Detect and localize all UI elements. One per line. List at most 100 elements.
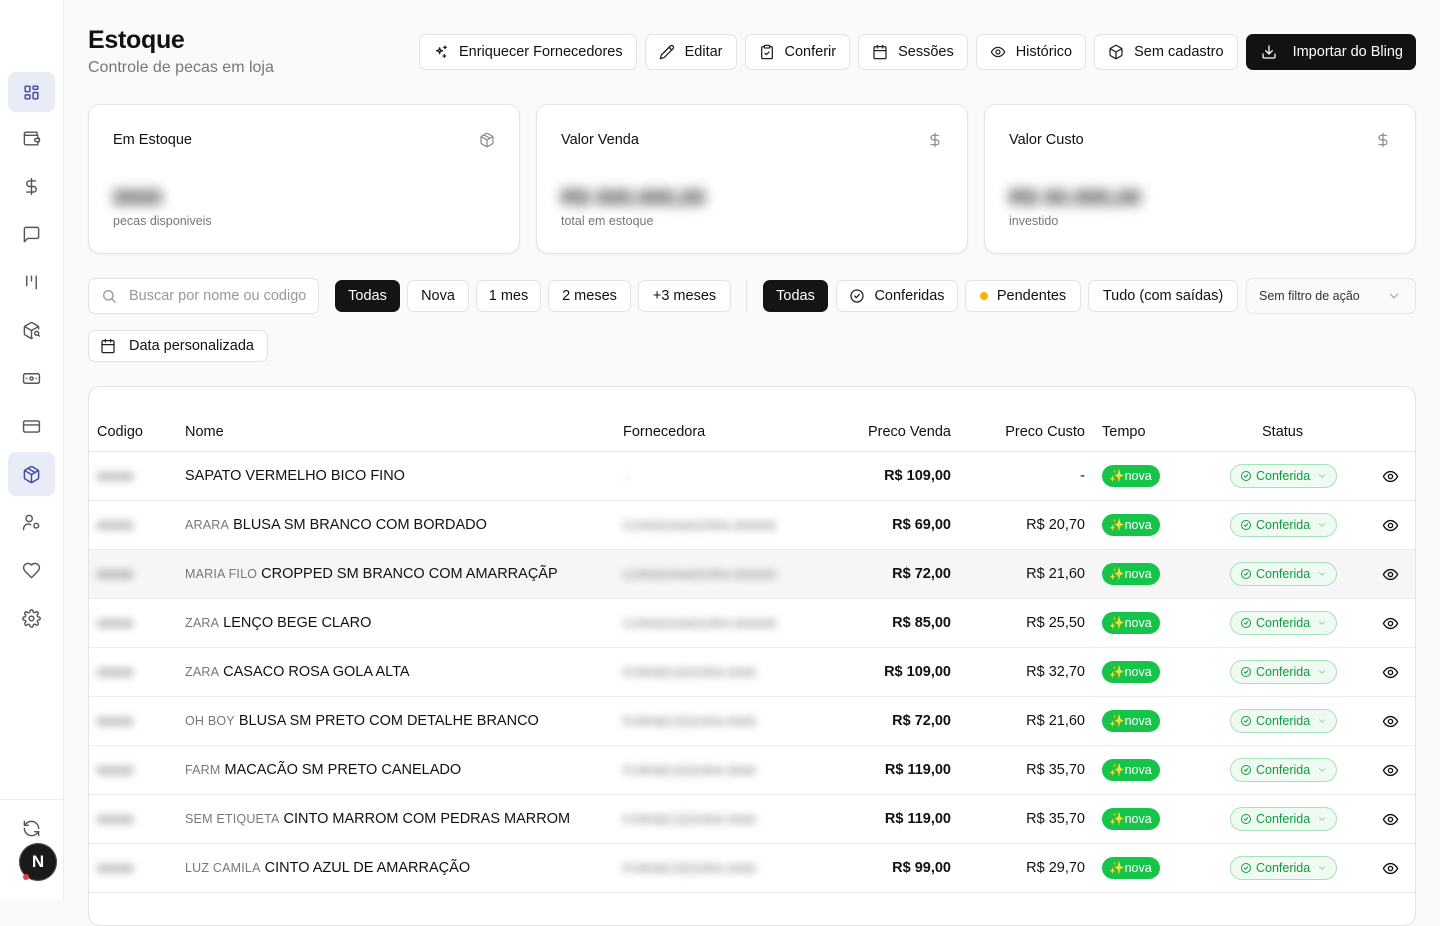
column-age[interactable]: Tempo xyxy=(1102,424,1146,440)
sidebar-item-kanban[interactable] xyxy=(8,262,55,302)
view-button[interactable] xyxy=(1382,746,1399,794)
custom-date-button[interactable]: Data personalizada xyxy=(88,330,268,362)
sidebar-item-dashboard[interactable] xyxy=(8,72,55,112)
age-filter-3-plus-months[interactable]: +3 meses xyxy=(638,280,731,312)
view-button[interactable] xyxy=(1382,795,1399,843)
row-code: 00000 xyxy=(97,811,134,827)
status-dropdown[interactable]: Conferida xyxy=(1230,611,1337,635)
history-button[interactable]: Histórico xyxy=(975,34,1087,70)
column-sale-price[interactable]: Preco Venda xyxy=(868,424,951,440)
status-filter-all[interactable]: Todas xyxy=(763,280,828,312)
row-sale-price: R$ 72,00 xyxy=(892,566,951,582)
enrich-suppliers-button[interactable]: Enriquecer Fornecedores xyxy=(418,34,637,70)
column-code[interactable]: Codigo xyxy=(97,424,143,440)
column-status[interactable]: Status xyxy=(1262,424,1303,440)
sidebar-item-messages[interactable] xyxy=(8,214,55,254)
row-code: 00000 xyxy=(97,566,134,582)
sidebar-item-package-search[interactable] xyxy=(8,310,55,350)
sidebar-item-finance[interactable] xyxy=(8,166,55,206)
download-icon xyxy=(1261,45,1276,59)
table-row[interactable]: 00000 OH BOY BLUSA SM PRETO COM DETALHE BR… xyxy=(89,697,1415,746)
sidebar-item-stock[interactable] xyxy=(8,452,55,496)
row-supplier: FORNECEDORA 0000 xyxy=(623,811,756,827)
search-input[interactable] xyxy=(129,288,309,304)
view-button[interactable] xyxy=(1382,452,1399,500)
status-dropdown[interactable]: Conferida xyxy=(1230,464,1337,488)
status-dropdown[interactable]: Conferida xyxy=(1230,856,1337,880)
row-brand: ARARA xyxy=(185,518,230,532)
import-bling-button[interactable]: Importar do Bling xyxy=(1245,34,1416,70)
status-dropdown[interactable]: Conferida xyxy=(1230,562,1337,586)
check-circle-icon xyxy=(1241,520,1251,530)
age-filter-2-months[interactable]: 2 meses xyxy=(548,280,631,312)
row-product-name: BLUSA SM BRANCO COM BORDADO xyxy=(233,517,487,533)
card-title: Valor Custo xyxy=(1009,132,1084,148)
view-button[interactable] xyxy=(1382,844,1399,892)
sidebar-item-wallet[interactable] xyxy=(8,118,55,158)
column-supplier[interactable]: Fornecedora xyxy=(623,424,705,440)
sidebar-item-settings[interactable] xyxy=(8,598,55,638)
check-circle-icon xyxy=(1241,569,1251,579)
pencil-icon xyxy=(659,44,674,60)
row-age: ✨nova xyxy=(1102,844,1160,892)
chevron-down-icon xyxy=(1319,866,1326,870)
calendar-icon xyxy=(873,44,887,60)
table-row[interactable]: 00000 SAPATO VERMELHO BICO FINO - R$ 109,00… xyxy=(89,452,1415,501)
sidebar-item-users[interactable] xyxy=(8,502,55,542)
status-dropdown[interactable]: Conferida xyxy=(1230,660,1337,684)
view-button[interactable] xyxy=(1382,599,1399,647)
status-filter-checked[interactable]: Conferidas xyxy=(836,280,958,312)
new-badge: ✨nova xyxy=(1102,612,1160,634)
table-row[interactable]: 00000 FARM MACACÃO SM PRETO CANELADO FORNEC… xyxy=(89,746,1415,795)
sidebar-item-cards[interactable] xyxy=(8,406,55,446)
status-dropdown[interactable]: Conferida xyxy=(1230,758,1337,782)
status-dropdown[interactable]: Conferida xyxy=(1230,709,1337,733)
row-code: 00000 xyxy=(97,664,134,680)
age-filter-1-month[interactable]: 1 mes xyxy=(476,280,541,312)
status-filter-pending[interactable]: Pendentes xyxy=(965,280,1081,312)
check-button[interactable]: Conferir xyxy=(744,34,851,70)
view-button[interactable] xyxy=(1382,648,1399,696)
age-filter-all[interactable]: Todas xyxy=(335,280,400,312)
view-button[interactable] xyxy=(1382,501,1399,549)
status-label: Conferida xyxy=(1256,567,1311,581)
row-supplier: FORNECEDORA 0000 xyxy=(623,762,756,778)
new-badge: ✨nova xyxy=(1102,808,1160,830)
edit-button[interactable]: Editar xyxy=(644,34,737,70)
status-dropdown[interactable]: Conferida xyxy=(1230,513,1337,537)
status-label: Conferida xyxy=(1256,763,1311,777)
view-button[interactable] xyxy=(1382,697,1399,745)
check-circle-icon xyxy=(1241,667,1251,677)
table-row[interactable]: 00000 SEM ETIQUETA CINTO MARROM COM PEDRAS… xyxy=(89,795,1415,844)
row-name: SEM ETIQUETA CINTO MARROM COM PEDRAS MARR… xyxy=(185,795,570,843)
status-label: Conferida xyxy=(1256,714,1311,728)
status-filter-all-with-exits[interactable]: Tudo (com saídas) xyxy=(1088,280,1238,312)
column-name[interactable]: Nome xyxy=(185,424,224,440)
unregistered-button[interactable]: Sem cadastro xyxy=(1094,34,1238,70)
search-box xyxy=(88,278,319,314)
enrich-suppliers-label: Enriquecer Fornecedores xyxy=(458,44,623,60)
sidebar-item-favorites[interactable] xyxy=(8,550,55,590)
table-row[interactable]: 00000 LUZ CAMILA CINTO AZUL DE AMARRAÇÃO FO… xyxy=(89,844,1415,893)
columns-icon xyxy=(26,274,37,290)
row-status: Conferida xyxy=(1230,795,1337,843)
sessions-button[interactable]: Sessões xyxy=(858,34,968,70)
chevron-down-icon xyxy=(1319,768,1326,772)
row-product-name: BLUSA SM PRETO COM DETALHE BRANCO xyxy=(238,713,539,729)
table-row[interactable]: 00000 ZARA CASACO ROSA GOLA ALTA FORNECEDOR… xyxy=(89,648,1415,697)
sidebar: N xyxy=(0,0,64,900)
card-title: Valor Venda xyxy=(561,132,639,148)
sidebar-item-cash[interactable] xyxy=(8,358,55,398)
age-filter-new[interactable]: Nova xyxy=(407,280,469,312)
column-cost-price[interactable]: Preco Custo xyxy=(1005,424,1085,440)
table-row[interactable]: 00000 ZARA LENÇO BEGE CLARO CONSIGNADORA 00… xyxy=(89,599,1415,648)
new-badge: ✨nova xyxy=(1102,563,1160,585)
status-dropdown[interactable]: Conferida xyxy=(1230,807,1337,831)
row-product-name: CINTO MARROM COM PEDRAS MARROM xyxy=(283,811,571,827)
view-button[interactable] xyxy=(1382,550,1399,598)
table-row[interactable]: 00000 ARARA BLUSA SM BRANCO COM BORDADO CON… xyxy=(89,501,1415,550)
sync-button[interactable] xyxy=(8,808,55,848)
action-filter-select[interactable]: Sem filtro de ação xyxy=(1246,278,1416,314)
eye-icon xyxy=(1382,519,1399,531)
table-row[interactable]: 00000 MARIA FILO CROPPED SM BRANCO COM AMA… xyxy=(89,550,1415,599)
